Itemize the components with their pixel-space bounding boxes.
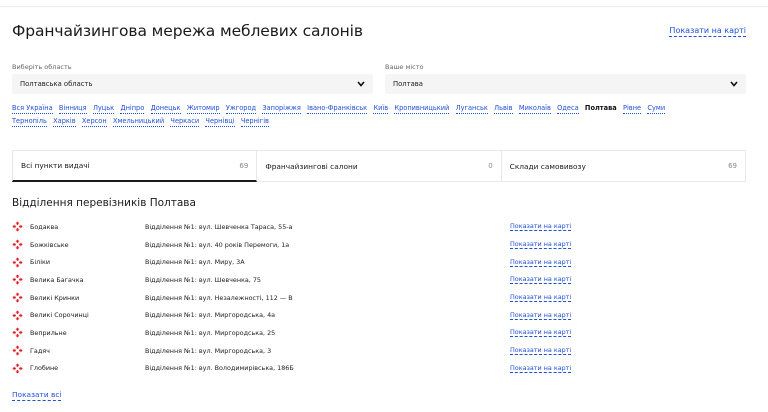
city-link[interactable]: Івано-Франківськ [307, 104, 368, 114]
nova-poshta-icon [12, 345, 23, 356]
nova-poshta-icon [12, 292, 23, 303]
city-link[interactable]: Луцьк [92, 104, 115, 114]
nova-poshta-icon [12, 310, 23, 321]
tab-count: 69 [728, 162, 737, 170]
city-link[interactable]: Миколаїв [518, 104, 551, 114]
nova-poshta-icon [12, 221, 23, 232]
show-on-map-link[interactable]: Показати на карті [510, 364, 572, 373]
office-settlement: Божківське [30, 240, 69, 249]
city-links-row-1: Вся Україна Вінниця Луцьк Дніпро Донецьк Жито… [12, 104, 752, 114]
show-on-map-link[interactable]: Показати на карті [510, 346, 572, 356]
city-link[interactable]: Чернівці [205, 117, 235, 127]
office-address: Відділення №1: вул. Шевченка, 75 [145, 275, 262, 284]
city-select[interactable]: Полтава [385, 74, 746, 94]
office-settlement: Гадяч [30, 346, 50, 355]
office-settlement: Бодаква [30, 222, 59, 231]
nova-poshta-icon [12, 363, 23, 374]
office-address: Відділення №1: вул. Миру, 3А [145, 258, 245, 267]
office-settlement: Біліки [30, 258, 51, 267]
city-link[interactable]: Київ [373, 104, 389, 114]
city-link[interactable]: Одеса [557, 104, 579, 114]
page-title: Франчайзингова мережа меблевих салонів [12, 22, 363, 40]
section-title: Відділення перевізників Полтава [12, 197, 196, 209]
office-settlement: Веприльне [30, 328, 67, 337]
city-link[interactable]: Донецьк [150, 104, 181, 114]
city-link[interactable]: Полтава [585, 104, 617, 114]
city-link[interactable]: Луганськ [455, 104, 488, 114]
city-link[interactable]: Запоріжжя [262, 104, 301, 114]
office-address: Відділення №1: вул. Шевченка Тараса, 55-… [145, 222, 293, 231]
tab-count: 0 [488, 162, 493, 170]
table-row: Веприльне Відділення №1: вул. Миргородськ… [12, 324, 752, 342]
city-link[interactable]: Житомир [186, 104, 220, 114]
office-address: Відділення №1: вул. Миргородська, 25 [145, 328, 276, 337]
office-settlement: Глобине [30, 364, 59, 373]
office-address: Відділення №1: вул. Миргородська, 3 [145, 346, 272, 355]
table-row: Бодаква Відділення №1: вул. Шевченка Тара… [12, 218, 752, 236]
show-on-map-link[interactable]: Показати на карті [510, 240, 572, 250]
office-address: Відділення №1: вул. 40 років Перемоги, 1… [145, 240, 290, 249]
show-on-map-link[interactable]: Показати на карті [510, 328, 572, 338]
table-row: Великі Сорочинці Відділення №1: вул. Мирг… [12, 306, 752, 324]
show-on-map-link[interactable]: Показати на карті [510, 258, 572, 267]
tab-franchise-salons[interactable]: Франчайзингові салони 0 [257, 150, 502, 182]
show-on-map-link[interactable]: Показати на карті [510, 275, 572, 285]
office-address: Відділення №1: вул. Незалежності, 112 — … [145, 293, 293, 302]
city-link[interactable]: Вінниця [58, 104, 87, 114]
office-address: Відділення №1: вул. Володимирівська, 186… [145, 364, 294, 373]
show-on-map-link[interactable]: Показати на карті [510, 293, 572, 303]
tab-count: 69 [239, 161, 249, 170]
city-select-value: Полтава [393, 80, 423, 88]
city-link[interactable]: Черкаси [170, 117, 200, 127]
top-divider [0, 6, 768, 7]
page: Франчайзингова мережа меблевих салонів П… [0, 0, 768, 412]
table-row: Божківське Відділення №1: вул. 40 років П… [12, 236, 752, 254]
city-link[interactable]: Чернігів [240, 117, 269, 127]
city-link[interactable]: Суми [647, 104, 666, 114]
table-row: Велика Багачка Відділення №1: вул. Шевчен… [12, 271, 752, 289]
city-link[interactable]: Вся Україна [12, 104, 53, 114]
region-select[interactable]: Полтавська область [12, 74, 373, 94]
show-on-map-link[interactable]: Показати на карті [510, 222, 572, 232]
chevron-down-icon [357, 80, 365, 88]
header: Франчайзингова мережа меблевих салонів П… [12, 20, 746, 42]
tab-label: Всі пункти видачі [21, 161, 90, 170]
tab-pickup-warehouses[interactable]: Склади самовивозу 69 [501, 150, 746, 182]
nova-poshta-icon [12, 257, 23, 268]
city-link[interactable]: Тернопіль [12, 117, 47, 127]
table-row: Гадяч Відділення №1: вул. Миргородська, 3… [12, 342, 752, 360]
office-settlement: Великі Кринки [30, 293, 80, 302]
region-select-value: Полтавська область [20, 80, 93, 88]
chevron-down-icon [730, 80, 738, 88]
carrier-offices-list: Бодаква Відділення №1: вул. Шевченка Тара… [12, 218, 752, 377]
city-label: Ваше місто [385, 63, 424, 71]
show-on-map-link[interactable]: Показати на карті [669, 26, 746, 37]
nova-poshta-icon [12, 274, 23, 285]
tab-label: Франчайзингові салони [265, 161, 358, 171]
office-settlement: Великі Сорочинці [30, 311, 89, 320]
table-row: Біліки Відділення №1: вул. Миру, 3А Показа… [12, 253, 752, 271]
table-row: Глобине Відділення №1: вул. Володимирівсь… [12, 360, 752, 378]
city-link[interactable]: Дніпро [120, 104, 145, 114]
show-on-map-link[interactable]: Показати на карті [510, 311, 572, 320]
show-all-link[interactable]: Показати всі [12, 390, 62, 401]
city-link[interactable]: Херсон [81, 117, 107, 127]
office-settlement: Велика Багачка [30, 275, 84, 284]
region-label: Виберіть область [12, 63, 72, 71]
office-address: Відділення №1: вул. Миргородська, 4а [145, 311, 276, 320]
city-link[interactable]: Львів [494, 104, 513, 114]
city-link[interactable]: Хмельницький [112, 117, 165, 127]
nova-poshta-icon [12, 327, 23, 339]
tab-all-points[interactable]: Всі пункти видачі 69 [12, 150, 258, 182]
nova-poshta-icon [12, 239, 23, 250]
city-link[interactable]: Ужгород [225, 104, 257, 114]
city-links-row-2: Тернопіль Харків Херсон Хмельницький Черкаси… [12, 117, 752, 127]
table-row: Великі Кринки Відділення №1: вул. Незалеж… [12, 289, 752, 307]
city-link[interactable]: Рівне [623, 104, 642, 114]
city-link[interactable]: Харків [53, 117, 76, 127]
tab-label: Склади самовивозу [509, 161, 586, 171]
tabs: Всі пункти видачі 69 Франчайзингові сало… [12, 150, 746, 182]
city-link[interactable]: Кропивницький [394, 104, 450, 114]
